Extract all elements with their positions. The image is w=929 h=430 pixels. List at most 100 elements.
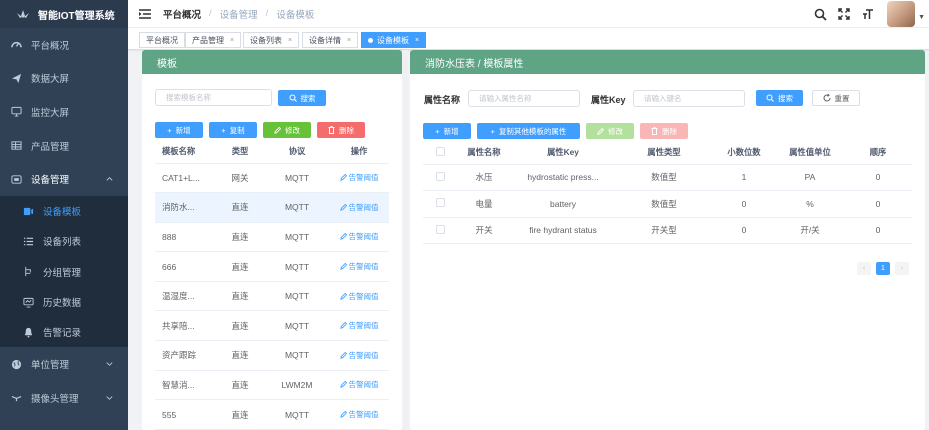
alarm-threshold-link[interactable]: 告警阈值 [339, 203, 379, 212]
sidebar-item-history-data[interactable]: 历史数据 [0, 287, 128, 317]
edit-attribute-button[interactable]: 修改 [586, 123, 634, 139]
table-row[interactable]: 666 直连 MQTT 告警阈值 [155, 251, 389, 282]
copy-other-template-button[interactable]: + 复制其他模板的属性 [477, 123, 580, 139]
attribute-key-input[interactable]: 请输入键名 [633, 90, 745, 107]
font-size-icon[interactable] [861, 7, 875, 21]
edit-icon [339, 292, 347, 300]
table-row[interactable]: 资产跟踪 直连 MQTT 告警阈值 [155, 340, 389, 371]
tag-product-management[interactable]: 产品管理 × [185, 32, 242, 48]
delete-attribute-button[interactable]: 删除 [640, 123, 688, 139]
alarm-threshold-link[interactable]: 告警阈值 [339, 292, 379, 301]
close-icon[interactable]: × [230, 37, 234, 44]
sidebar-item-label: 单位管理 [31, 360, 70, 372]
sidebar-item-products[interactable]: 产品管理 [0, 129, 128, 163]
alarm-threshold-link[interactable]: 告警阈值 [339, 262, 379, 271]
sidebar-item-unit-management[interactable]: 单位管理 [0, 347, 128, 381]
sidebar-item-device-management[interactable]: 设备管理 [0, 162, 128, 196]
template-attributes-panel: 消防水压表 / 模板属性 属性名称 请输入属性名称 属性Key 请输入键名 搜索… [410, 50, 925, 430]
decimals-cell: 0 [712, 190, 776, 218]
chevron-down-icon [105, 359, 115, 369]
template-type-cell: 直连 [215, 399, 265, 430]
grid-icon [10, 140, 22, 152]
prev-page-button[interactable]: ‹ [857, 262, 871, 275]
alarm-threshold-link[interactable]: 告警阈值 [339, 173, 379, 182]
template-name-cell: 555 [155, 399, 215, 430]
attribute-type-cell: 数值型 [616, 164, 712, 191]
close-icon[interactable]: × [288, 37, 292, 44]
add-attribute-button[interactable]: + 新增 [423, 123, 471, 139]
sidebar-item-camera-management[interactable]: 摄像头管理 [0, 381, 128, 415]
unit-cell: % [776, 190, 844, 218]
attribute-name-cell: 开关 [458, 217, 510, 244]
copy-button[interactable]: + 复制 [209, 122, 257, 138]
tag-device-list[interactable]: 设备列表 × [243, 32, 300, 48]
template-type-cell: 直连 [215, 251, 265, 282]
sidebar-item-monitor-screen[interactable]: 监控大屏 [0, 95, 128, 129]
template-type-cell: 网关 [215, 163, 265, 194]
table-row[interactable]: 888 直连 MQTT 告警阈值 [155, 222, 389, 253]
attribute-name-input[interactable]: 请输入属性名称 [468, 90, 580, 107]
template-name-cell: CAT1+L... [155, 163, 215, 194]
reset-button[interactable]: 重置 [812, 90, 860, 106]
edit-icon [339, 203, 347, 211]
delete-button[interactable]: 删除 [317, 122, 365, 138]
alarm-threshold-link[interactable]: 告警阈值 [339, 410, 379, 419]
alarm-threshold-link[interactable]: 告警阈值 [339, 321, 379, 330]
row-checkbox[interactable] [436, 198, 445, 208]
caret-down-icon[interactable]: ▼ [918, 14, 925, 21]
device-submenu: 设备模板 设备列表 分组管理 历史数据 告警记录 [0, 195, 128, 348]
search-icon[interactable] [813, 7, 827, 21]
sidebar-item-label: 设备管理 [31, 175, 70, 187]
table-row[interactable]: 水压 hydrostatic press... 数值型 1 PA 0 [423, 164, 912, 191]
add-button[interactable]: + 新增 [155, 122, 203, 138]
edit-button[interactable]: 修改 [263, 122, 311, 138]
tag-device-template[interactable]: 设备模板 × [361, 32, 427, 48]
template-icon [22, 205, 34, 217]
table-row[interactable]: 555 直连 MQTT 告警阈值 [155, 399, 389, 430]
table-header-row: 模板名称 类型 协议 操作 [155, 140, 389, 164]
plus-icon: + [435, 126, 440, 136]
avatar[interactable] [887, 1, 915, 27]
table-row[interactable]: 开关 fire hydrant status 开关型 0 开/关 0 [423, 217, 912, 244]
sidebar-item-group-management[interactable]: 分组管理 [0, 257, 128, 287]
close-icon[interactable]: × [347, 37, 351, 44]
search-button[interactable]: 搜索 [756, 90, 803, 106]
column-header: 模板名称 [155, 140, 215, 164]
tag-overview[interactable]: 平台概况 [139, 32, 185, 48]
search-button[interactable]: 搜索 [278, 90, 326, 106]
scrollbar[interactable] [403, 50, 408, 430]
operation-cell: 告警阈值 [329, 163, 389, 194]
column-header: 小数位数 [712, 141, 776, 165]
list-icon [22, 235, 34, 247]
template-search-input[interactable]: 搜索模板名称 [155, 89, 272, 106]
alarm-threshold-link[interactable]: 告警阈值 [339, 232, 379, 241]
tag-device-detail[interactable]: 设备详情 × [302, 32, 359, 48]
app-logo[interactable]: 智能IOT管理系统 [0, 0, 128, 28]
sidebar-item-device-list[interactable]: 设备列表 [0, 226, 128, 256]
table-row[interactable]: 共享陪... 直连 MQTT 告警阈值 [155, 310, 389, 342]
close-icon[interactable]: × [415, 37, 419, 44]
sidebar-item-alarm-records[interactable]: 告警记录 [0, 317, 128, 347]
row-checkbox[interactable] [436, 171, 445, 181]
alarm-threshold-link[interactable]: 告警阈值 [339, 380, 379, 389]
next-page-button[interactable]: › [895, 262, 909, 275]
page-number[interactable]: 1 [876, 262, 890, 275]
template-type-cell: 直连 [215, 222, 265, 253]
table-row[interactable]: 温湿度... 直连 MQTT 告警阈值 [155, 281, 389, 312]
table-row[interactable]: 消防水... 直连 MQTT 告警阈值 [155, 192, 389, 223]
sidebar-item-device-template[interactable]: 设备模板 [0, 196, 128, 226]
decimals-cell: 1 [712, 164, 776, 191]
select-all-checkbox[interactable] [436, 146, 445, 156]
column-header: 属性名称 [458, 141, 510, 165]
table-row[interactable]: 智慧消... 直连 LWM2M 告警阈值 [155, 370, 389, 401]
alarm-threshold-link[interactable]: 告警阈值 [339, 351, 379, 360]
breadcrumb-item[interactable]: 平台概况 [163, 7, 201, 21]
sidebar-item-data-screen[interactable]: 数据大屏 [0, 62, 128, 96]
fullscreen-icon[interactable] [837, 7, 851, 21]
table-row[interactable]: CAT1+L... 网关 MQTT 告警阈值 [155, 163, 389, 194]
row-checkbox[interactable] [436, 224, 445, 234]
table-row[interactable]: 电量 battery 数值型 0% 0 [423, 190, 912, 218]
monitor-icon [10, 106, 22, 118]
hamburger-icon[interactable] [139, 8, 151, 20]
sidebar-item-overview[interactable]: 平台概况 [0, 28, 128, 62]
